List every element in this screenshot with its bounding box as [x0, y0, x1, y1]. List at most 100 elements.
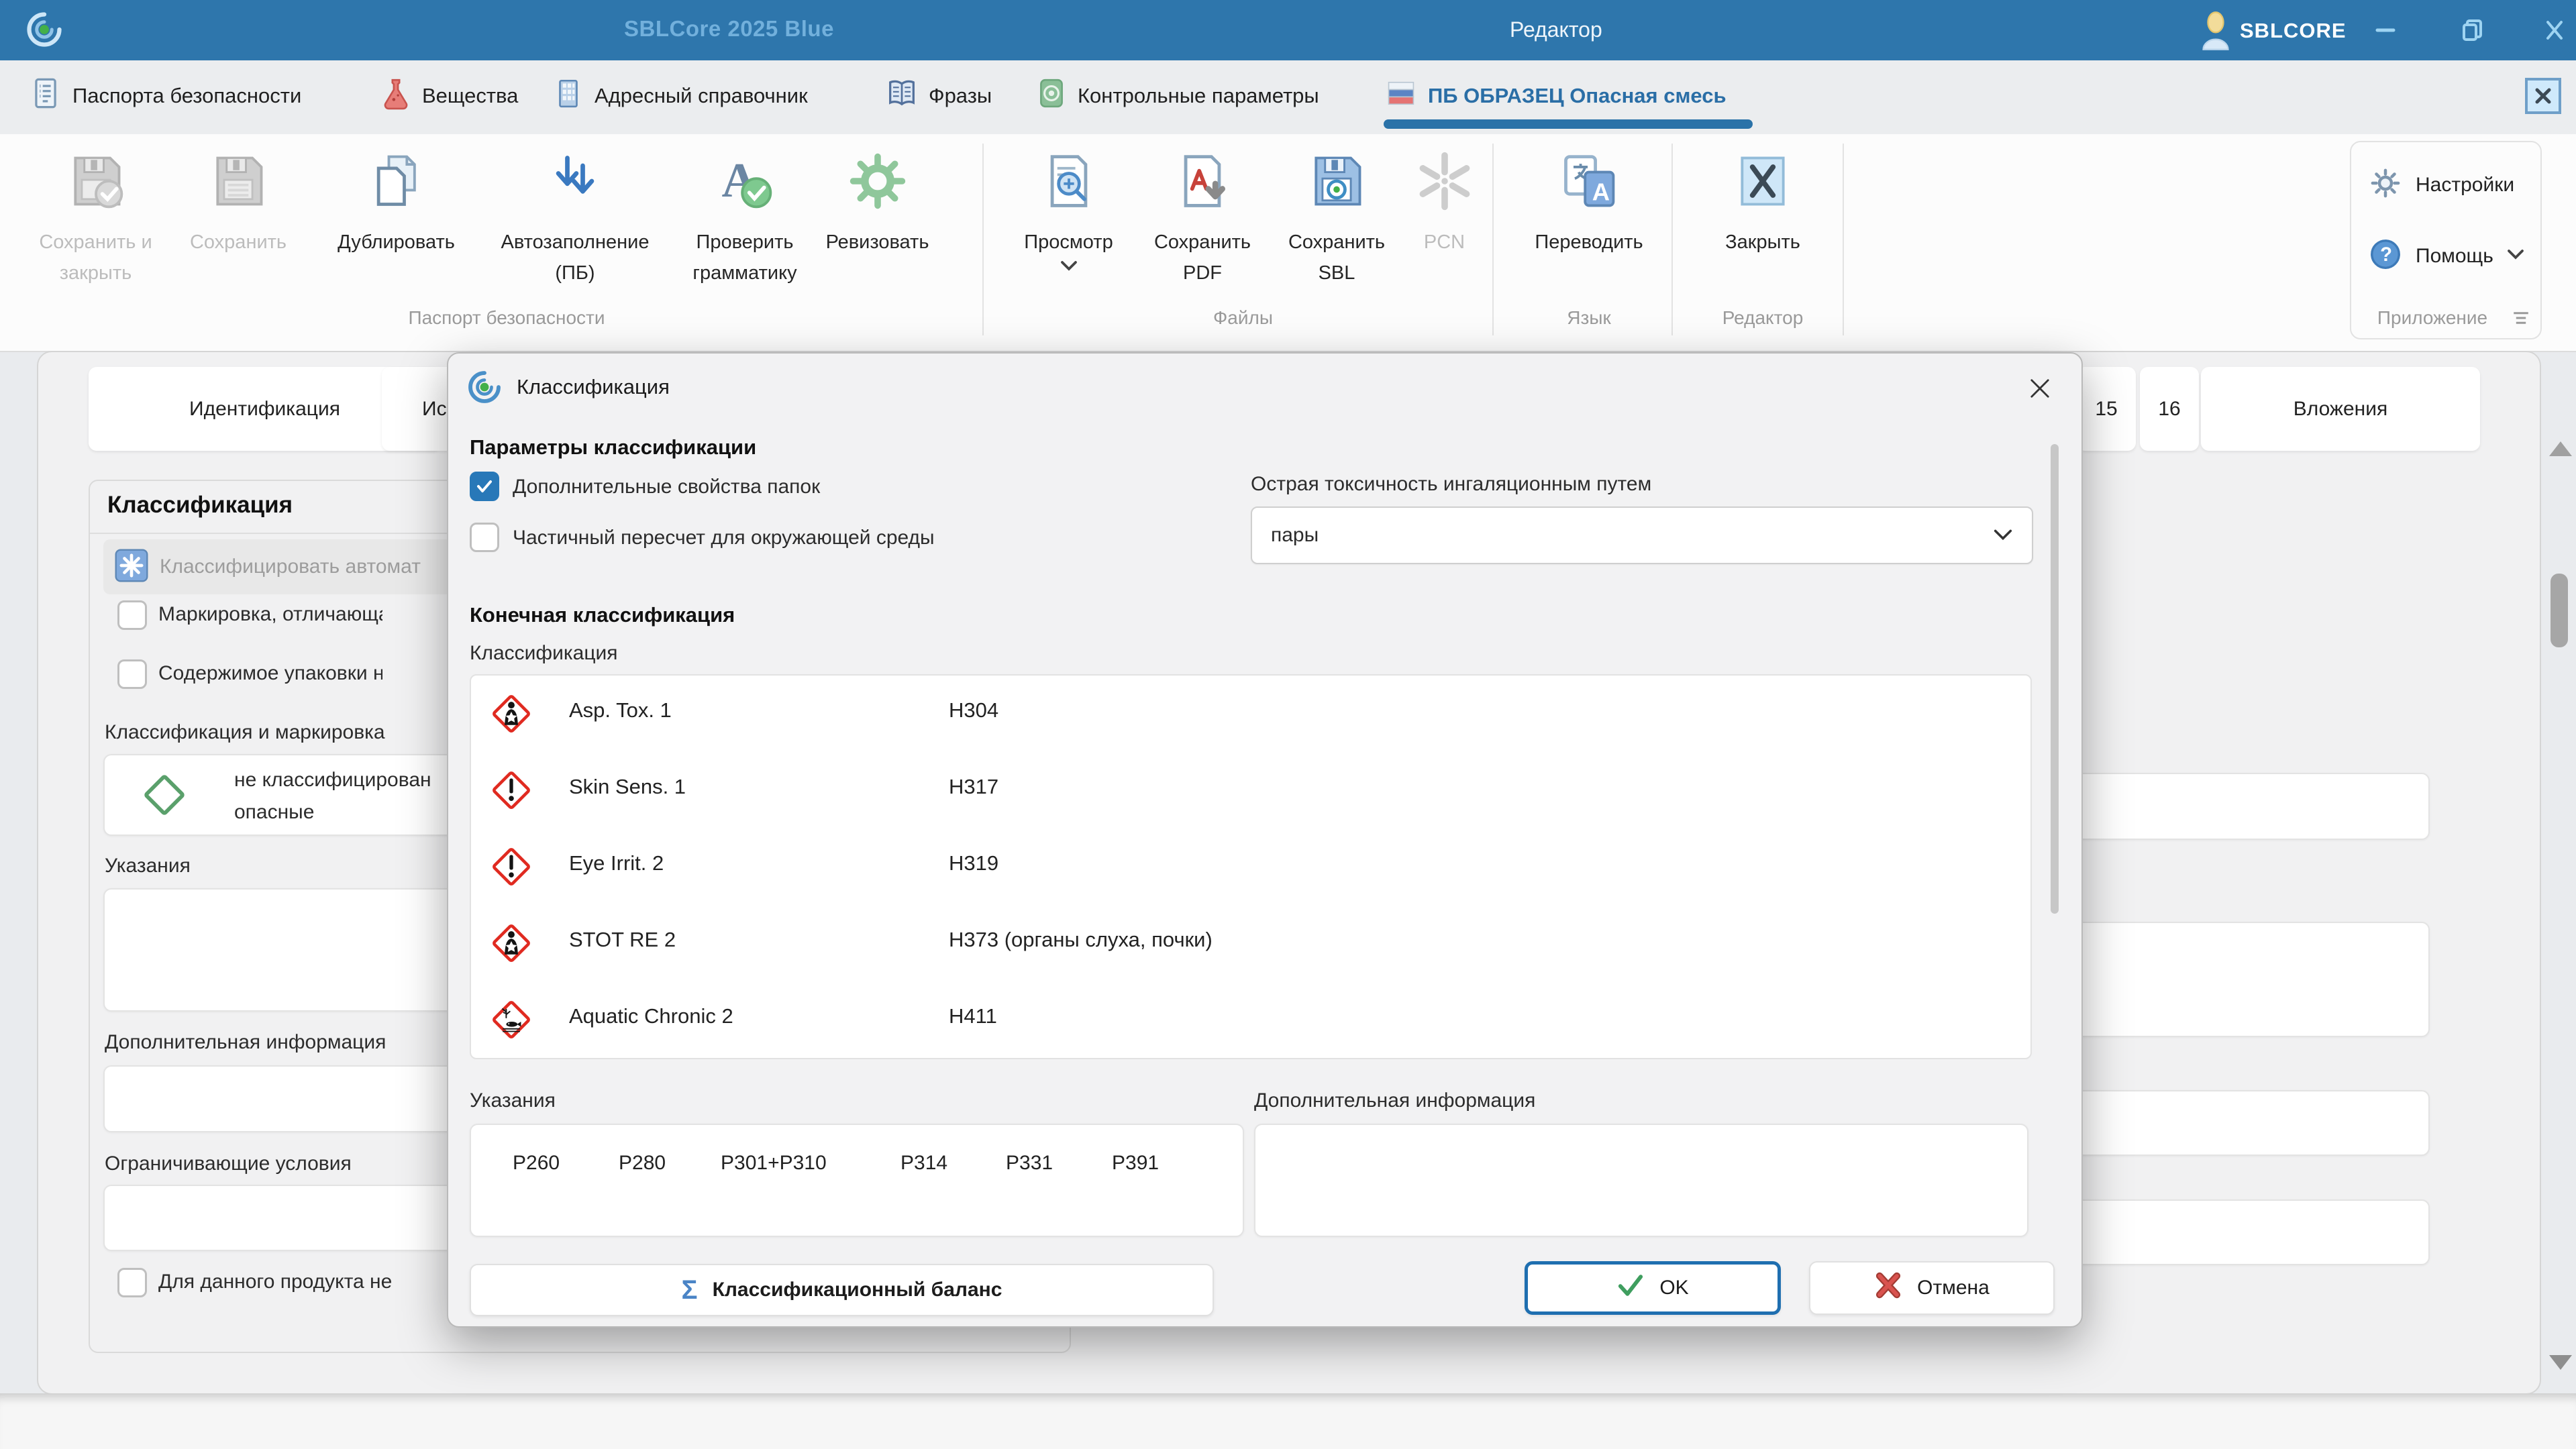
close-tab-button[interactable]: [2525, 78, 2561, 114]
classification-row[interactable]: Eye Irrit. 2 H319: [471, 828, 2030, 905]
tab-control-parameters[interactable]: Контрольные параметры: [1035, 60, 1319, 131]
statements-label: Указания: [105, 855, 191, 877]
limiting-conditions-label: Ограничивающие условия: [105, 1152, 387, 1175]
group-menu-icon[interactable]: [2511, 310, 2531, 329]
ribbon-label: Автозаполнение (ПБ): [484, 227, 666, 288]
chevron-down-icon: [2506, 247, 2526, 265]
p-code[interactable]: P314: [900, 1152, 947, 1175]
page-tab-label: Вложения: [2294, 398, 2388, 421]
h-code: H319: [949, 851, 998, 875]
maximize-button[interactable]: [2449, 5, 2496, 55]
svg-text:A: A: [1592, 178, 1610, 206]
settings-label: Настройки: [2416, 174, 2514, 197]
help-label: Помощь: [2416, 245, 2493, 268]
ribbon-label: Закрыть: [1725, 227, 1800, 258]
tab-address-book[interactable]: Адресный справочник: [552, 60, 808, 131]
sigma-icon: Σ: [682, 1275, 698, 1305]
page-tab-attachments[interactable]: Вложения: [2201, 367, 2480, 451]
tab-label: Вещества: [422, 84, 518, 108]
p-code[interactable]: P391: [1112, 1152, 1159, 1175]
ribbon-separator: [1671, 144, 1673, 335]
settings-button[interactable]: Настройки: [2367, 165, 2514, 205]
no-product-label: Для данного продукта не: [158, 1271, 393, 1293]
package-contents-label: Содержимое упаковки не: [158, 662, 382, 685]
ribbon-label: Просмотр: [1024, 227, 1113, 258]
p-code[interactable]: P301+P310: [721, 1152, 827, 1175]
status-bar: [0, 1393, 2576, 1449]
scrollbar-thumb[interactable]: [2551, 574, 2568, 647]
tab-substances[interactable]: Вещества: [379, 60, 518, 131]
label-differs-checkbox[interactable]: [117, 600, 147, 630]
translate-button[interactable]: A Переводить: [1515, 150, 1663, 258]
classification-row[interactable]: Aquatic Chronic 2 H411: [471, 981, 2030, 1058]
user-name[interactable]: SBLCORE: [2240, 19, 2347, 43]
page-tab-16[interactable]: 16: [2140, 367, 2199, 451]
ok-button[interactable]: OK: [1525, 1261, 1781, 1315]
classification-list-label: Классификация: [470, 642, 618, 665]
ribbon-separator: [1843, 144, 1844, 335]
h-code: H411: [949, 1004, 997, 1028]
inhalation-toxicity-select[interactable]: пары: [1251, 506, 2033, 564]
svg-text:?: ?: [2380, 244, 2392, 266]
ribbon-group-label-language: Язык: [1515, 307, 1663, 329]
cancel-button[interactable]: Отмена: [1809, 1261, 2055, 1315]
dialog-close-button[interactable]: [2022, 371, 2057, 406]
p-code[interactable]: P260: [513, 1152, 560, 1175]
tab-label: Контрольные параметры: [1078, 84, 1319, 108]
package-contents-checkbox[interactable]: [117, 659, 147, 689]
statements-label: Указания: [470, 1089, 556, 1112]
scroll-down-arrow[interactable]: [2549, 1355, 2572, 1370]
ribbon-label: Проверить грамматику: [671, 227, 819, 288]
minimize-button[interactable]: [2362, 5, 2409, 55]
active-tab-indicator: [1384, 119, 1753, 129]
autofill-button[interactable]: Автозаполнение (ПБ): [484, 150, 666, 288]
p-code[interactable]: P331: [1006, 1152, 1053, 1175]
save-and-close-button[interactable]: Сохранить и закрыть: [20, 150, 171, 288]
preview-button[interactable]: Просмотр: [1003, 150, 1134, 276]
page-tab-label: Идентификация: [189, 398, 340, 421]
balance-label: Классификационный баланс: [713, 1279, 1002, 1301]
p-code[interactable]: P280: [619, 1152, 666, 1175]
chevron-down-icon: [1059, 259, 1079, 276]
question-icon: ?: [2367, 236, 2404, 276]
tab-phrases[interactable]: Фразы: [884, 60, 992, 131]
classification-list: Asp. Tox. 1 H304 Skin Sens. 1 H317 Eye I…: [470, 674, 2032, 1059]
ribbon-toolbar: Сохранить и закрыть Сохранить Дублироват…: [0, 134, 2576, 352]
not-classified-line2: опасные: [234, 801, 462, 824]
tab-label: Фразы: [929, 84, 992, 108]
classification-row[interactable]: Asp. Tox. 1 H304: [471, 676, 2030, 752]
classification-row[interactable]: STOT RE 2 H373 (органы слуха, почки): [471, 905, 2030, 981]
folder-props-checkbox[interactable]: [470, 472, 499, 501]
page-tab-15[interactable]: 15: [2077, 367, 2136, 451]
save-pdf-button[interactable]: Сохранить PDF: [1135, 150, 1270, 288]
ribbon-label: Сохранить и закрыть: [20, 227, 171, 288]
classification-balance-button[interactable]: Σ Классификационный баланс: [470, 1264, 1214, 1316]
dialog-scrollbar-thumb[interactable]: [2051, 444, 2059, 914]
hazard-class: STOT RE 2: [569, 928, 676, 952]
tab-safety-data-sheets[interactable]: Паспорта безопасности: [28, 60, 301, 131]
dialog-logo-icon: [466, 368, 503, 409]
close-window-button[interactable]: [2531, 5, 2576, 55]
ribbon-label: Сохранить: [190, 227, 287, 258]
close-editor-button[interactable]: Закрыть: [1702, 150, 1823, 258]
double-arrow-down-icon: [544, 150, 606, 217]
pcn-button[interactable]: PCN: [1406, 150, 1483, 258]
flask-icon: [379, 76, 413, 116]
no-product-checkbox[interactable]: [117, 1268, 147, 1297]
page-tab-label: 15: [2095, 398, 2117, 421]
ribbon-label: Дублировать: [338, 227, 455, 258]
scroll-up-arrow[interactable]: [2549, 441, 2572, 456]
target-icon: [1035, 76, 1068, 116]
additional-info-box[interactable]: [1254, 1124, 2028, 1237]
tab-label: ПБ ОБРАЗЕЦ Опасная смесь: [1428, 84, 1727, 108]
partial-recalc-checkbox[interactable]: [470, 523, 499, 552]
check-grammar-button[interactable]: A Проверить грамматику: [671, 150, 819, 288]
save-sbl-button[interactable]: Сохранить SBL: [1270, 150, 1404, 288]
duplicate-button[interactable]: Дублировать: [314, 150, 478, 258]
revise-button[interactable]: Ревизовать: [805, 150, 949, 258]
help-button[interactable]: ? Помощь: [2367, 236, 2526, 276]
auto-classify-icon: [113, 547, 150, 588]
save-button[interactable]: Сохранить: [171, 150, 305, 258]
classification-row[interactable]: Skin Sens. 1 H317: [471, 752, 2030, 828]
p-codes-box[interactable]: P260 P280 P301+P310 P314 P331 P391: [470, 1124, 1244, 1237]
